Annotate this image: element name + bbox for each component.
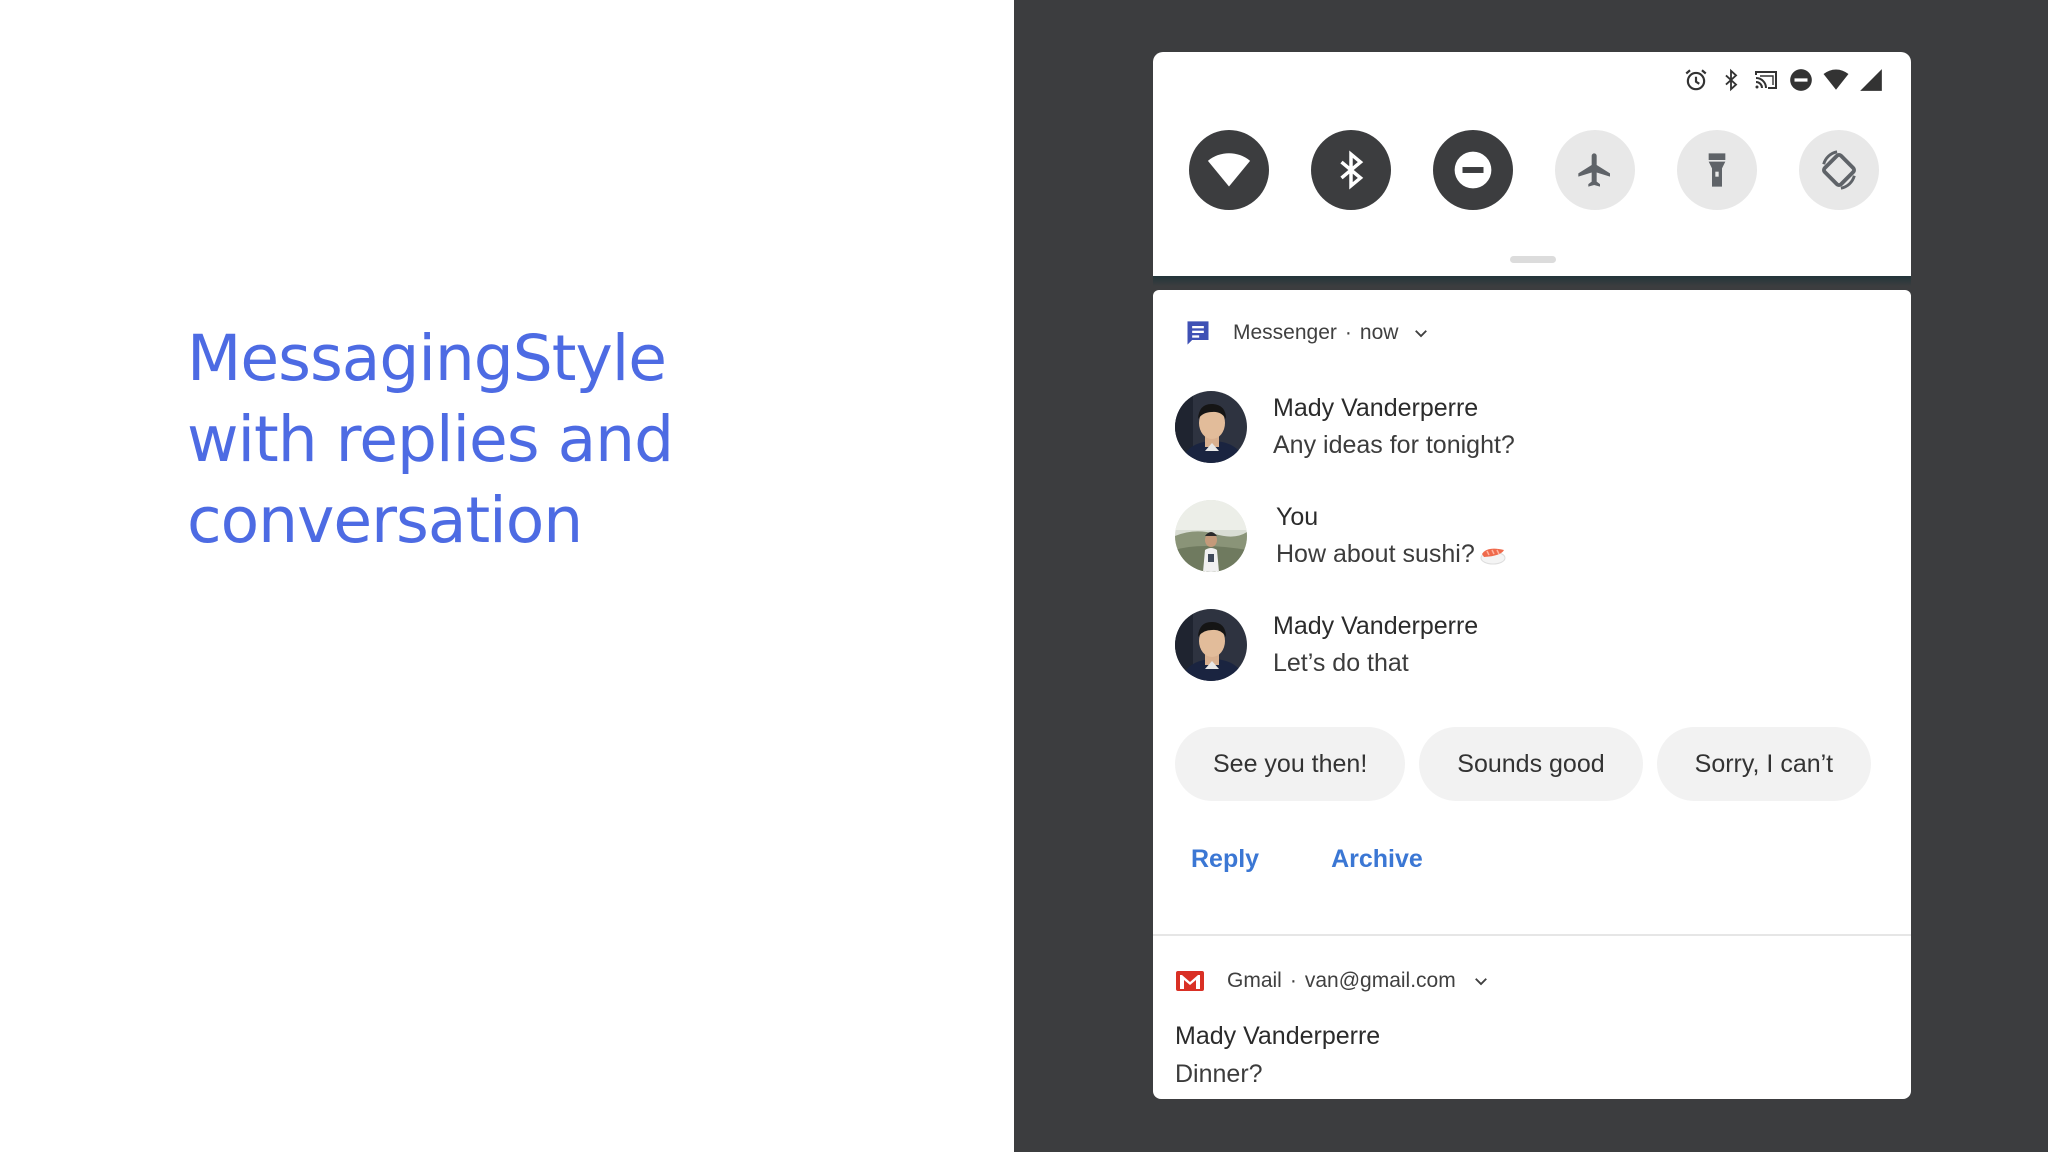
gmail-sender: Mady Vanderperre xyxy=(1175,1022,1381,1050)
smart-reply-chips: See you then! Sounds good Sorry, I can’t xyxy=(1175,727,1872,801)
messenger-notification-header[interactable]: Messenger · now xyxy=(1183,318,1430,348)
header-separator: · xyxy=(1344,321,1352,344)
avatar-you-image xyxy=(1175,500,1247,572)
avatar xyxy=(1175,500,1247,572)
rotate-icon xyxy=(1822,150,1856,190)
tile-auto-rotate[interactable] xyxy=(1799,130,1879,210)
slide-title-line-1: MessagingStyle xyxy=(187,322,667,395)
status-bar xyxy=(1682,66,1885,94)
wifi-icon xyxy=(1207,153,1251,187)
quick-settings-tiles xyxy=(1189,130,1879,210)
message-text-value: Any ideas for tonight? xyxy=(1273,431,1515,459)
message-content: You How about sushi? xyxy=(1276,499,1507,573)
bluetooth-icon xyxy=(1717,66,1745,94)
chevron-down-icon[interactable] xyxy=(1472,972,1490,990)
tile-airplane-mode[interactable] xyxy=(1555,130,1635,210)
smart-reply-sorry-i-cant[interactable]: Sorry, I can’t xyxy=(1656,727,1872,801)
message-sender: Mady Vanderperre xyxy=(1273,394,1479,422)
message-item: Mady Vanderperre Any ideas for tonight? xyxy=(1175,390,1515,464)
gmail-notification-header[interactable]: Gmail · van@gmail.com xyxy=(1175,966,1490,996)
flashlight-icon xyxy=(1708,153,1726,187)
message-text: Let’s do that xyxy=(1273,644,1478,682)
avatar xyxy=(1175,391,1247,463)
avatar-mady-image xyxy=(1175,391,1247,463)
message-item: Mady Vanderperre Let’s do that xyxy=(1175,608,1478,682)
reply-button[interactable]: Reply xyxy=(1191,845,1259,874)
slide-title-line-3: conversation xyxy=(187,484,583,557)
message-sender: Mady Vanderperre xyxy=(1273,612,1479,640)
tile-wifi[interactable] xyxy=(1189,130,1269,210)
tile-do-not-disturb[interactable] xyxy=(1433,130,1513,210)
sushi-emoji-icon xyxy=(1480,548,1506,565)
chevron-down-icon[interactable] xyxy=(1412,324,1430,342)
notification-actions: Reply Archive xyxy=(1191,845,1423,874)
notification-shade: Messenger · now Mady Vanderperre Any ide… xyxy=(1153,290,1911,1099)
gmail-app-name: Gmail xyxy=(1227,969,1282,992)
message-text: Any ideas for tonight? xyxy=(1273,426,1515,464)
gmail-message-text: Dinner? xyxy=(1175,1060,1263,1088)
messenger-app-name: Messenger xyxy=(1233,321,1337,344)
messenger-app-icon xyxy=(1183,318,1213,348)
notification-time: now xyxy=(1359,321,1399,344)
do-not-disturb-icon xyxy=(1787,66,1815,94)
airplane-icon xyxy=(1578,153,1610,187)
header-separator: · xyxy=(1289,969,1297,992)
message-sender: You xyxy=(1276,503,1319,531)
message-text-value: How about sushi? xyxy=(1276,540,1475,568)
do-not-disturb-icon xyxy=(1454,151,1492,189)
alarm-icon xyxy=(1682,66,1710,94)
message-content: Mady Vanderperre Let’s do that xyxy=(1273,608,1478,682)
cast-icon xyxy=(1752,66,1780,94)
message-item: You How about sushi? xyxy=(1175,499,1507,573)
gmail-account: van@gmail.com xyxy=(1304,969,1456,992)
tile-bluetooth[interactable] xyxy=(1311,130,1391,210)
quick-settings-panel xyxy=(1153,52,1911,280)
tile-flashlight[interactable] xyxy=(1677,130,1757,210)
message-text-value: Let’s do that xyxy=(1273,649,1409,677)
avatar-mady-image xyxy=(1175,609,1247,681)
smart-reply-sounds-good[interactable]: Sounds good xyxy=(1419,727,1643,801)
cell-signal-icon xyxy=(1857,66,1885,94)
archive-button[interactable]: Archive xyxy=(1331,845,1423,874)
message-content: Mady Vanderperre Any ideas for tonight? xyxy=(1273,390,1515,464)
message-text: How about sushi? xyxy=(1276,535,1507,573)
smart-reply-see-you-then[interactable]: See you then! xyxy=(1175,727,1406,801)
panel-shadow xyxy=(1153,276,1911,286)
notification-divider xyxy=(1153,934,1911,936)
avatar xyxy=(1175,609,1247,681)
wifi-icon xyxy=(1822,66,1850,94)
slide-title: MessagingStyle with replies and conversa… xyxy=(187,318,947,561)
slide-title-line-2: with replies and xyxy=(187,403,674,476)
gmail-app-icon xyxy=(1175,966,1205,996)
bluetooth-icon xyxy=(1340,150,1364,190)
drag-handle[interactable] xyxy=(1510,256,1556,263)
slide-left-panel: MessagingStyle with replies and conversa… xyxy=(0,0,1014,1152)
